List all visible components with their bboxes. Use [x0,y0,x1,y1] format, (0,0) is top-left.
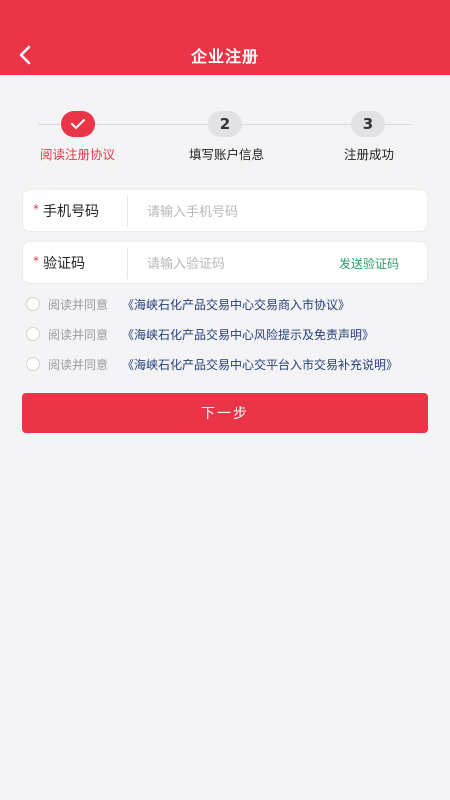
step-3-label: 注册成功 [344,147,395,162]
registration-steps: 阅读注册协议 2 填写账户信息 3 注册成功 [0,110,450,170]
agreement-prefix: 阅读并同意 [48,298,109,312]
agreement-3-checkbox[interactable] [26,357,40,371]
verification-code-field: * 验证码 发送验证码 [22,241,428,284]
agreement-prefix: 阅读并同意 [48,328,109,342]
agreement-2-checkbox[interactable] [26,327,40,341]
phone-input[interactable] [145,198,329,226]
step-3-indicator: 3 [351,111,385,137]
step-2-label: 填写账户信息 [189,147,265,162]
next-step-button[interactable]: 下一步 [22,393,428,433]
required-mark: * [33,254,39,268]
agreement-2-link[interactable]: 《海峡石化产品交易中心风险提示及免责声明》 [122,326,374,343]
agreement-row-1: 阅读并同意 《海峡石化产品交易中心交易商入市协议》 [26,295,436,313]
verification-code-label: 验证码 [43,256,85,272]
field-divider [127,196,128,227]
app-header: 企业注册 [0,0,450,75]
verification-code-input[interactable] [145,250,329,278]
step-1-indicator [61,111,95,137]
step-1-label: 阅读注册协议 [40,147,116,162]
phone-field: * 手机号码 [22,189,428,232]
phone-label: 手机号码 [43,204,99,220]
agreement-row-3: 阅读并同意 《海峡石化产品交易中心交平台入市交易补充说明》 [26,355,436,373]
required-mark: * [33,202,39,216]
page-title: 企业注册 [190,47,259,66]
agreement-1-checkbox[interactable] [26,297,40,311]
send-code-button[interactable]: 发送验证码 [339,255,399,272]
agreement-row-2: 阅读并同意 《海峡石化产品交易中心风险提示及免责声明》 [26,325,436,343]
agreement-1-link[interactable]: 《海峡石化产品交易中心交易商入市协议》 [122,296,350,313]
agreement-prefix: 阅读并同意 [48,358,109,372]
check-icon [71,119,85,129]
agreement-3-link[interactable]: 《海峡石化产品交易中心交平台入市交易补充说明》 [122,356,398,373]
field-divider [127,248,128,279]
step-2-indicator: 2 [208,111,242,137]
